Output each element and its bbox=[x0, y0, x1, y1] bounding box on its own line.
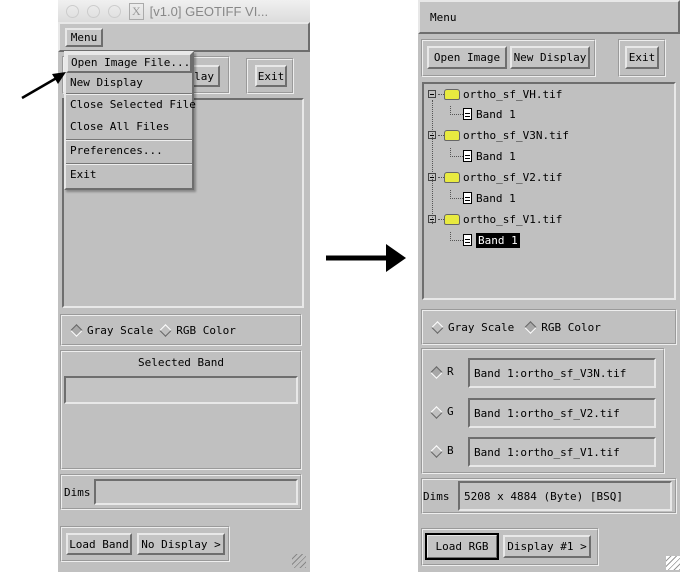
tree-band-node-selected[interactable]: Band 1 bbox=[450, 231, 520, 248]
red-channel-field[interactable]: Band 1:ortho_sf_V3N.tif bbox=[468, 358, 656, 388]
menu-button[interactable]: Menu bbox=[430, 11, 457, 24]
blue-channel-radio[interactable]: B bbox=[430, 444, 454, 458]
gray-scale-radio[interactable]: Gray Scale bbox=[431, 321, 514, 334]
band-name: Band 1 bbox=[476, 232, 520, 248]
band-name: Band 1 bbox=[476, 149, 516, 163]
load-rgb-button[interactable]: Load RGB bbox=[425, 533, 499, 560]
red-channel-radio[interactable]: R bbox=[430, 365, 454, 379]
tree-file-node[interactable]: ortho_sf_V3N.tif bbox=[428, 127, 569, 143]
file-name: ortho_sf_V3N.tif bbox=[463, 128, 569, 142]
right-window: Menu Open Image New Display Exit ortho_s… bbox=[418, 0, 680, 572]
tree-file-node[interactable]: ortho_sf_V1.tif bbox=[428, 211, 562, 227]
document-icon bbox=[463, 150, 472, 162]
folder-icon bbox=[444, 88, 460, 100]
folder-icon bbox=[444, 213, 460, 225]
tree-line bbox=[432, 100, 433, 224]
collapse-icon[interactable] bbox=[428, 131, 436, 139]
tree-band-node[interactable]: Band 1 bbox=[450, 189, 516, 206]
file-name: ortho_sf_VH.tif bbox=[463, 87, 563, 101]
file-tree[interactable]: ortho_sf_VH.tif Band 1 ortho_sf_V3N.tif … bbox=[422, 82, 676, 300]
green-channel-radio[interactable]: G bbox=[430, 405, 454, 419]
rgb-color-radio[interactable]: RGB Color bbox=[524, 321, 601, 334]
collapse-icon[interactable] bbox=[428, 215, 436, 223]
open-image-button[interactable]: Open Image bbox=[427, 46, 507, 69]
new-display-button[interactable]: New Display bbox=[510, 46, 590, 69]
document-icon bbox=[463, 234, 472, 246]
dims-field[interactable]: 5208 x 4884 (Byte) [BSQ] bbox=[458, 481, 672, 511]
tree-file-node[interactable]: ortho_sf_VH.tif bbox=[428, 86, 562, 102]
dims-label: Dims bbox=[423, 490, 450, 503]
blue-channel-field[interactable]: Band 1:ortho_sf_V1.tif bbox=[468, 437, 656, 467]
tree-file-node[interactable]: ortho_sf_V2.tif bbox=[428, 169, 562, 185]
file-name: ortho_sf_V2.tif bbox=[463, 170, 563, 184]
band-name: Band 1 bbox=[476, 107, 516, 121]
display-select-button[interactable]: Display #1 > bbox=[503, 535, 591, 558]
document-icon bbox=[463, 108, 472, 120]
exit-button[interactable]: Exit bbox=[625, 46, 659, 69]
folder-icon bbox=[444, 129, 460, 141]
band-name: Band 1 bbox=[476, 191, 516, 205]
resize-grip-icon[interactable] bbox=[666, 556, 680, 570]
green-channel-field[interactable]: Band 1:ortho_sf_V2.tif bbox=[468, 398, 656, 428]
collapse-icon[interactable] bbox=[428, 90, 436, 98]
menu-bar bbox=[418, 0, 680, 34]
folder-icon bbox=[444, 171, 460, 183]
tree-band-node[interactable]: Band 1 bbox=[450, 105, 516, 122]
file-name: ortho_sf_V1.tif bbox=[463, 212, 563, 226]
document-icon bbox=[463, 192, 472, 204]
tree-band-node[interactable]: Band 1 bbox=[450, 147, 516, 164]
color-mode-row: Gray Scale RGB Color bbox=[421, 309, 677, 345]
collapse-icon[interactable] bbox=[428, 173, 436, 181]
